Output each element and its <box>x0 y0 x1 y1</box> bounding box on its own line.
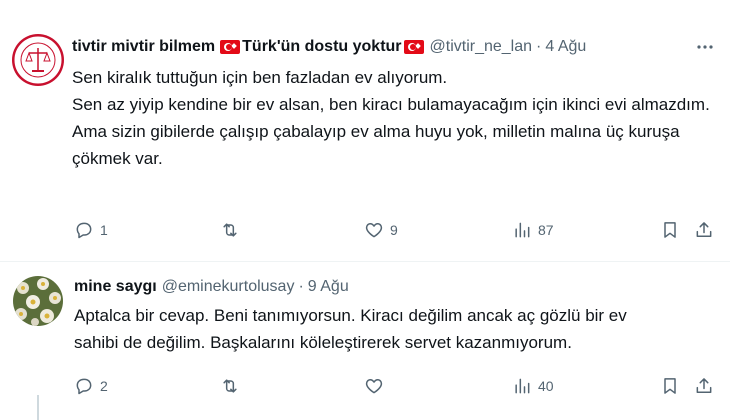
tweet-line: Sen az yiyip kendine bir ev alsan, ben k… <box>72 95 710 114</box>
reply-icon <box>76 222 92 239</box>
share-button[interactable] <box>694 374 714 398</box>
reply-icon <box>76 378 92 395</box>
turkish-flag-icon <box>403 40 424 54</box>
more-icon[interactable] <box>694 36 716 58</box>
share-icon <box>696 222 712 237</box>
like-count: 9 <box>390 222 398 238</box>
avatar[interactable] <box>13 276 63 326</box>
bookmark-icon <box>664 378 676 394</box>
share-icon <box>696 378 712 393</box>
tweet-text: Sen kiralık tuttuğun için ben fazladan e… <box>72 64 712 172</box>
display-name[interactable]: mine saygı <box>74 278 157 296</box>
bookmark-button[interactable] <box>660 374 680 398</box>
separator: · <box>298 278 304 295</box>
tweet-line: Sen kiralık tuttuğun için ben fazladan e… <box>72 68 448 87</box>
bookmark-button[interactable] <box>660 218 680 242</box>
tweet-text: Aptalca bir cevap. Beni tanımıyorsun. Ki… <box>74 302 674 356</box>
views-icon <box>515 222 530 238</box>
view-count: 40 <box>538 378 554 394</box>
retweet-button[interactable] <box>220 374 246 398</box>
views-icon <box>515 378 530 394</box>
handle[interactable]: @tivtir_ne_lan <box>430 38 533 56</box>
separator: · <box>536 38 542 55</box>
timestamp[interactable]: 9 Ağu <box>308 278 349 296</box>
display-name-part2[interactable]: Türk'ün dostu yoktur <box>242 38 401 56</box>
views-button[interactable]: 87 <box>512 218 554 242</box>
tweet-header: tivtir mivtir bilmem Türk'ün dostu yoktu… <box>72 38 586 56</box>
tweet-header: mine saygı @eminekurtolusay · 9 Ağu <box>74 278 349 296</box>
display-name[interactable]: tivtir mivtir bilmem <box>72 38 215 56</box>
view-count: 87 <box>538 222 554 238</box>
handle[interactable]: @eminekurtolusay <box>162 278 295 296</box>
retweet-button[interactable] <box>220 218 246 242</box>
reply-count: 1 <box>100 222 108 238</box>
avatar[interactable] <box>12 34 64 86</box>
action-bar: 1 9 87 <box>72 218 720 242</box>
tweet[interactable]: tivtir mivtir bilmem Türk'ün dostu yoktu… <box>0 0 730 262</box>
reply-button[interactable]: 2 <box>74 374 108 398</box>
reply-count: 2 <box>100 378 108 394</box>
retweet-icon <box>223 223 237 237</box>
views-button[interactable]: 40 <box>512 374 554 398</box>
like-button[interactable] <box>364 374 390 398</box>
bookmark-icon <box>664 222 676 238</box>
action-bar: 2 40 <box>72 374 720 398</box>
tweet-line: Ama sizin gibilerde çalışıp çabalayıp ev… <box>72 122 680 168</box>
retweet-icon <box>223 379 237 393</box>
share-button[interactable] <box>694 218 714 242</box>
thread-line <box>37 395 39 420</box>
like-button[interactable]: 9 <box>364 218 398 242</box>
tweet[interactable]: mine saygı @eminekurtolusay · 9 Ağu Apta… <box>0 262 730 420</box>
turkish-flag-icon <box>220 40 241 54</box>
like-icon <box>365 379 383 394</box>
reply-button[interactable]: 1 <box>74 218 108 242</box>
like-icon <box>365 223 383 238</box>
timestamp[interactable]: 4 Ağu <box>545 38 586 56</box>
tweet-line: Aptalca bir cevap. Beni tanımıyorsun. Ki… <box>74 306 627 352</box>
